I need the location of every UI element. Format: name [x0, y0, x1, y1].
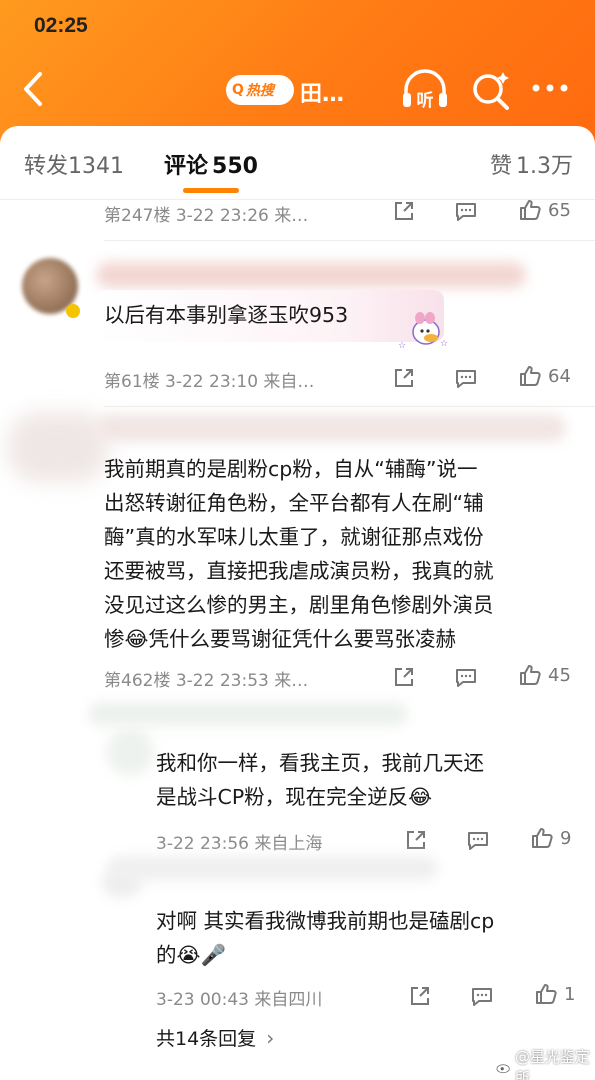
search-icon	[473, 72, 509, 110]
status-time: 02:25	[34, 14, 88, 37]
avatar[interactable]	[106, 728, 154, 776]
comment-icon	[456, 203, 476, 221]
share-icon	[395, 202, 413, 220]
thumbs-up-icon	[520, 665, 541, 685]
comment-text: 以后有本事别拿逐玉吹953	[104, 303, 349, 327]
comment-line: 我前期真的是剧粉cp粉，自从“辅酶”说一	[104, 457, 478, 481]
thumbs-up-icon	[536, 984, 557, 1004]
comment-meta: 第61楼 3-22 23:10 来自…	[104, 371, 315, 392]
more-replies-link[interactable]: 共14条回复 ›	[156, 1024, 274, 1051]
reply-line: 我和你一样，看我主页，我前几天还	[156, 751, 484, 775]
more-replies-label: 共14条回复	[156, 1028, 257, 1050]
reply-meta: 3-22 23:56 来自上海	[156, 833, 323, 854]
share-icon	[395, 668, 413, 686]
like-button[interactable]: 65	[518, 198, 571, 222]
comment-meta: 第462楼 3-22 23:53 来…	[104, 670, 309, 691]
weibo-logo-icon	[496, 1064, 510, 1074]
comment-line: 酶”真的水军味儿太重了，就谢征那点戏份	[104, 525, 484, 549]
svg-text:☆: ☆	[398, 341, 406, 351]
reply-text: 我和你一样，看我主页，我前几天还 是战斗CP粉，现在完全逆反😂	[156, 746, 484, 814]
comment-icon	[468, 832, 488, 850]
svg-text:听: 听	[417, 90, 434, 111]
share-icon	[411, 987, 429, 1005]
back-arrow-icon	[24, 72, 42, 106]
chevron-right-icon: ›	[266, 1025, 275, 1050]
svg-text:☆: ☆	[440, 339, 448, 349]
comment-meta: 第247楼 3-22 23:26 来…	[104, 205, 309, 226]
like-count: 1	[564, 983, 576, 1005]
back-button[interactable]	[18, 70, 52, 108]
search-button[interactable]	[470, 70, 512, 112]
divider	[104, 406, 595, 407]
reply-meta: 3-23 00:43 来自四川	[156, 989, 323, 1010]
comment-line: 没见过这么惨的男主，剧里角色惨剧外演员	[104, 593, 494, 617]
share-button[interactable]	[408, 984, 432, 1008]
thumbs-up-icon	[520, 366, 541, 386]
like-count: 65	[548, 199, 571, 221]
username-blurred	[96, 414, 566, 442]
share-button[interactable]	[392, 199, 416, 223]
like-count: 9	[560, 827, 572, 849]
comment-button[interactable]	[454, 665, 478, 689]
listen-button[interactable]: 听	[400, 68, 450, 112]
like-button[interactable]: 1	[534, 982, 575, 1006]
comment-line: 惨😂凭什么要骂谢征凭什么要骂张凌赫	[104, 627, 456, 651]
username-blurred	[88, 702, 408, 726]
tab-comments[interactable]: 评论 550	[164, 148, 258, 180]
share-button[interactable]	[392, 366, 416, 390]
share-button[interactable]	[392, 665, 416, 689]
like-button[interactable]: 64	[518, 364, 571, 388]
topic-title[interactable]: 田…	[300, 76, 344, 108]
comment-button[interactable]	[466, 828, 490, 852]
reply-text: 对啊 其实看我微博我前期也是磕剧cp 的😭🎤	[156, 904, 494, 972]
thumbs-up-icon	[520, 200, 541, 220]
comment-icon	[472, 988, 492, 1006]
share-icon	[395, 369, 413, 387]
reply-line: 的😭🎤	[156, 943, 226, 967]
hot-search-tag[interactable]: Q 热搜	[226, 75, 294, 105]
active-tab-indicator	[183, 188, 239, 193]
comment-icon	[456, 669, 476, 687]
comment-button[interactable]	[470, 984, 494, 1008]
tab-reposts[interactable]: 转发1341	[24, 148, 124, 180]
like-button[interactable]: 45	[518, 663, 571, 687]
like-button[interactable]: 9	[530, 826, 571, 850]
vip-badge-icon	[66, 304, 80, 318]
like-count: 45	[548, 664, 571, 686]
hot-tag-label: 热搜	[245, 83, 274, 99]
divider	[104, 240, 595, 241]
more-dots-icon	[532, 84, 568, 92]
avatar[interactable]	[8, 412, 108, 482]
comment-button[interactable]	[454, 199, 478, 223]
more-button[interactable]	[530, 78, 574, 98]
headphones-icon: 听	[403, 69, 447, 111]
search-small-icon: Q	[232, 82, 244, 98]
share-icon	[407, 831, 425, 849]
reply-line: 是战斗CP粉，现在完全逆反😂	[156, 785, 433, 809]
tab-likes[interactable]: 赞 1.3万	[490, 148, 573, 180]
comment-text: 我前期真的是剧粉cp粉，自从“辅酶”说一 出怒转谢征角色粉，全平台都有人在刷“辅…	[104, 452, 494, 656]
comment-line: 还要被骂，直接把我虐成演员粉，我真的就	[104, 559, 494, 583]
comment-line: 出怒转谢征角色粉，全平台都有人在刷“辅	[104, 491, 484, 515]
comment-icon	[456, 370, 476, 388]
tab-bar: 转发1341 评论 550 赞 1.3万	[0, 126, 595, 200]
username-blurred	[96, 262, 526, 288]
reply-line: 对啊 其实看我微博我前期也是磕剧cp	[156, 909, 495, 933]
watermark-text: @星光鉴定所	[515, 1048, 591, 1080]
share-button[interactable]	[404, 828, 428, 852]
watermark: @星光鉴定所	[496, 1046, 595, 1080]
thumbs-up-icon	[532, 828, 553, 848]
comment-button[interactable]	[454, 366, 478, 390]
daisy-sticker-icon: ☆ ☆	[398, 312, 448, 351]
username-blurred	[108, 856, 438, 880]
like-count: 64	[548, 365, 571, 387]
